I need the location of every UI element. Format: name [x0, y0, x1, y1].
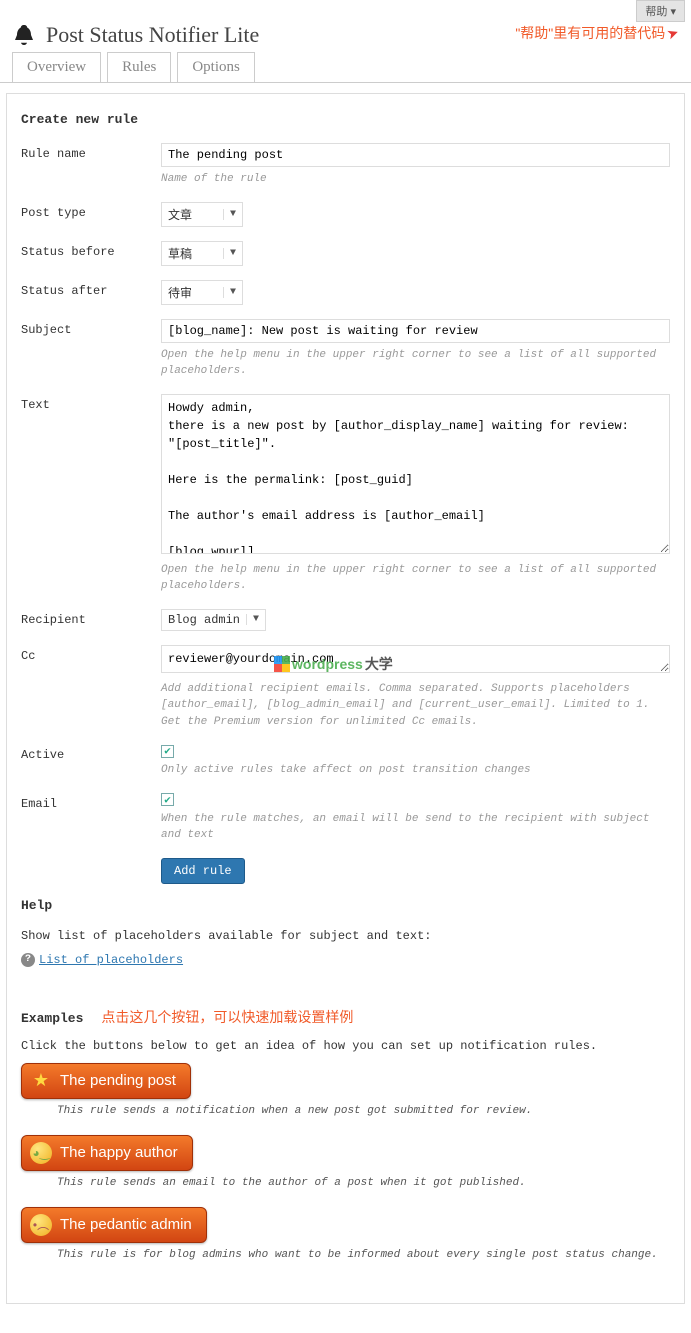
- frown-icon: •︵: [30, 1214, 52, 1236]
- label-status-after: Status after: [21, 280, 161, 298]
- hint-subject: Open the help menu in the upper right co…: [161, 347, 670, 380]
- example-desc: This rule sends a notification when a ne…: [57, 1105, 670, 1117]
- chevron-down-icon: ▼: [223, 248, 236, 259]
- email-checkbox[interactable]: ✔: [161, 793, 174, 806]
- text-textarea[interactable]: Howdy admin, there is a new post by [aut…: [161, 394, 670, 554]
- hint-text: Open the help menu in the upper right co…: [161, 562, 670, 595]
- chevron-down-icon: ▼: [223, 209, 236, 220]
- rule-name-input[interactable]: [161, 143, 670, 167]
- arrow-icon: ➤: [665, 24, 682, 44]
- hint-cc: Add additional recipient emails. Comma s…: [161, 681, 670, 731]
- chevron-down-icon: ▼: [223, 287, 236, 298]
- label-text: Text: [21, 394, 161, 412]
- annotation-examples: 点击这几个按钮，可以快速加载设置样例: [101, 1007, 353, 1027]
- tab-rules[interactable]: Rules: [107, 52, 171, 82]
- nav-tabs: Overview Rules Options: [0, 52, 691, 83]
- example-desc: This rule sends an email to the author o…: [57, 1177, 670, 1189]
- help-text: Show list of placeholders available for …: [21, 929, 670, 943]
- smiley-icon: ◕‿: [30, 1142, 52, 1164]
- label-email: Email: [21, 793, 161, 811]
- example-pedantic-admin-button[interactable]: •︵ The pedantic admin: [21, 1207, 207, 1243]
- label-rule-name: Rule name: [21, 143, 161, 161]
- subject-input[interactable]: [161, 319, 670, 343]
- help-question-icon: ?: [21, 953, 35, 967]
- label-recipient: Recipient: [21, 609, 161, 627]
- example-desc: This rule is for blog admins who want to…: [57, 1249, 670, 1261]
- placeholders-link[interactable]: List of placeholders: [39, 953, 183, 967]
- add-rule-button[interactable]: Add rule: [161, 858, 245, 884]
- section-create-rule: Create new rule: [21, 112, 670, 127]
- hint-email: When the rule matches, an email will be …: [161, 811, 670, 844]
- help-tab-button[interactable]: 帮助 ▾: [636, 0, 685, 22]
- label-status-before: Status before: [21, 241, 161, 259]
- examples-intro: Click the buttons below to get an idea o…: [21, 1039, 670, 1053]
- label-cc: Cc: [21, 645, 161, 663]
- label-active: Active: [21, 744, 161, 762]
- status-after-select[interactable]: 待审▼: [161, 280, 243, 305]
- tab-overview[interactable]: Overview: [12, 52, 101, 82]
- annotation-help: "帮助"里有可用的替代码➤: [515, 23, 679, 43]
- label-post-type: Post type: [21, 202, 161, 220]
- star-icon: ★: [30, 1070, 52, 1092]
- active-checkbox[interactable]: ✔: [161, 745, 174, 758]
- label-subject: Subject: [21, 319, 161, 337]
- plugin-bell-icon: [12, 23, 36, 47]
- watermark-logo-icon: [274, 656, 290, 672]
- example-happy-author-button[interactable]: ◕‿ The happy author: [21, 1135, 193, 1171]
- chevron-down-icon: ▼: [246, 614, 259, 625]
- example-pending-post-button[interactable]: ★ The pending post: [21, 1063, 191, 1099]
- help-heading: Help: [21, 898, 670, 913]
- examples-heading: Examples: [21, 1011, 83, 1026]
- cc-input[interactable]: reviewer@yourdomain.com: [161, 645, 670, 673]
- hint-active: Only active rules take affect on post tr…: [161, 762, 670, 779]
- status-before-select[interactable]: 草稿▼: [161, 241, 243, 266]
- watermark: wordpress大学: [274, 654, 393, 674]
- recipient-select[interactable]: Blog admin▼: [161, 609, 266, 631]
- page-title: Post Status Notifier Lite: [46, 22, 515, 48]
- tab-options[interactable]: Options: [177, 52, 255, 82]
- post-type-select[interactable]: 文章▼: [161, 202, 243, 227]
- hint-rule-name: Name of the rule: [161, 171, 670, 188]
